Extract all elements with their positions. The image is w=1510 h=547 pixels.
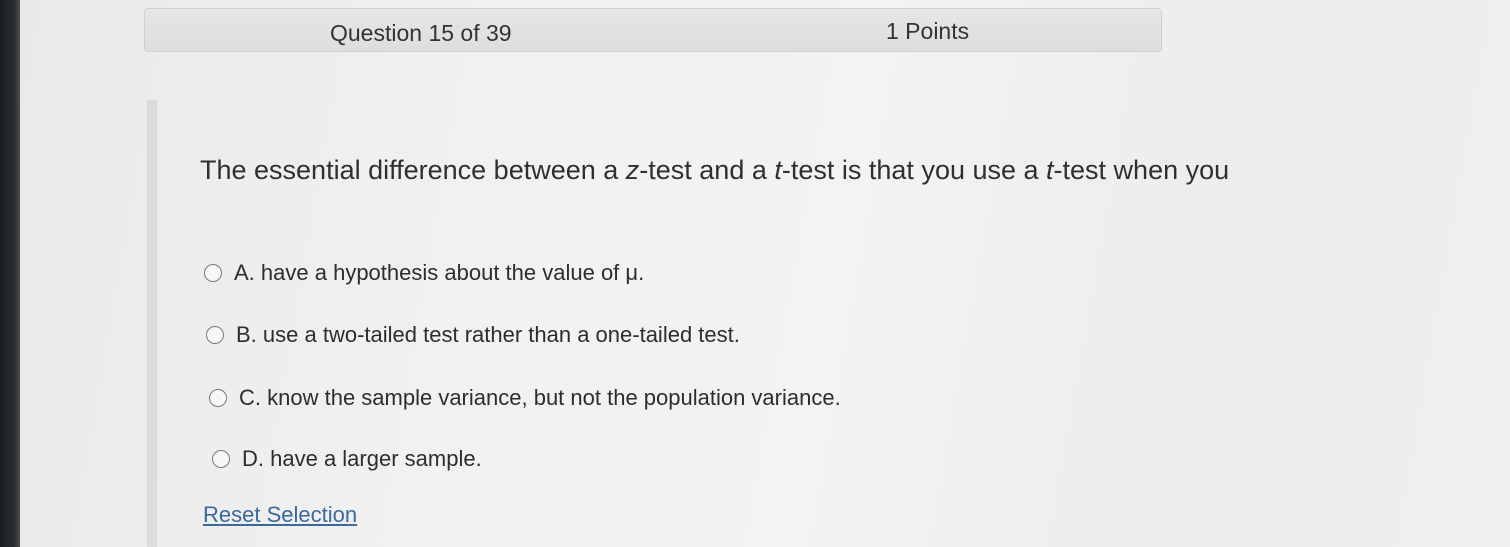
question-counter: Question 15 of 39 [330,20,512,46]
answer-option-label: C. know the sample variance, but not the… [239,385,841,410]
monitor-bezel [0,0,20,547]
radio-button-a[interactable] [204,264,222,282]
answer-option-b[interactable]: B. use a two-tailed test rather than a o… [206,322,740,348]
question-points: 1 Points [886,18,970,44]
question-text-z: z [625,155,640,185]
question-panel: The essential difference between a z-tes… [147,100,1510,547]
question-header: Question 15 of 39 1 Points [144,8,1162,52]
answer-option-label: A. have a hypothesis about the value of … [234,260,645,285]
question-text: The essential difference between a z-tes… [200,155,1229,186]
question-text-t: t [1046,155,1054,185]
answer-option-label: D. have a larger sample. [242,446,482,471]
answer-option-label: B. use a two-tailed test rather than a o… [236,322,740,347]
quiz-screen: Question 15 of 39 1 Points The essential… [20,0,1510,547]
question-text-t: t [774,155,782,185]
question-text-part: -test is that you use a [781,155,1047,185]
reset-selection-link[interactable]: Reset Selection [203,502,357,528]
radio-button-d[interactable] [212,450,230,468]
answer-option-c[interactable]: C. know the sample variance, but not the… [209,385,841,411]
answer-option-a[interactable]: A. have a hypothesis about the value of … [204,260,644,286]
answer-option-d[interactable]: D. have a larger sample. [212,446,482,472]
question-text-part: -test and a [639,155,775,185]
question-text-part: -test when you [1053,155,1230,185]
radio-button-c[interactable] [209,389,227,407]
radio-button-b[interactable] [206,326,224,344]
question-text-part: The essential difference between a [200,155,626,185]
